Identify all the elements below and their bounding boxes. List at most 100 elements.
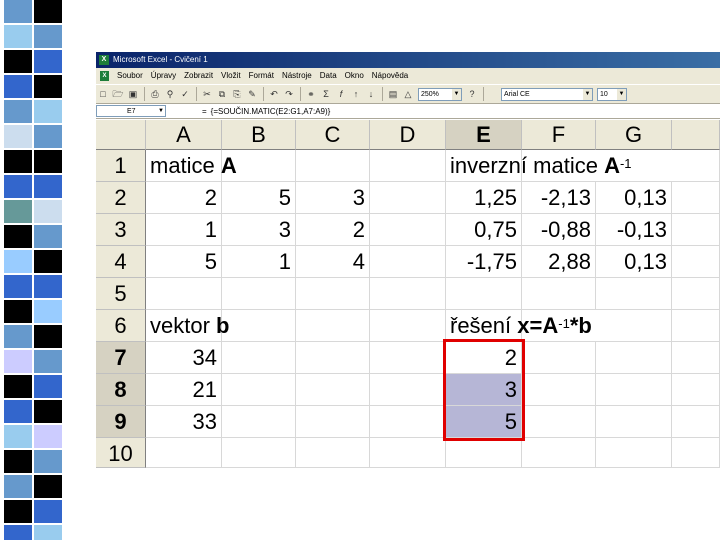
preview-icon[interactable]: ⚲ [163,87,177,101]
cell-d4[interactable] [370,246,446,278]
cell-e6[interactable]: řešení x=A-1*b [446,310,592,342]
sort-desc-icon[interactable]: ↓ [364,87,378,101]
cell-h3[interactable] [672,214,720,246]
chart-icon[interactable]: ▤ [386,87,400,101]
cell-h6[interactable] [672,310,720,342]
formula-input[interactable]: {=SOUČIN.MATIC(E2:G1,A7:A9)} [211,107,331,116]
menu-nastroje[interactable]: Nástroje [278,68,316,84]
cell-c4[interactable]: 4 [296,246,370,278]
row-header-2[interactable]: 2 [96,182,146,214]
cell-f7[interactable] [522,342,596,374]
cell-a2[interactable]: 2 [146,182,222,214]
format-painter-icon[interactable]: ✎ [245,87,259,101]
cell-f8[interactable] [522,374,596,406]
cell-h8[interactable] [672,374,720,406]
menu-data[interactable]: Data [316,68,341,84]
cell-c6[interactable] [296,310,370,342]
cell-f10[interactable] [522,438,596,468]
row-header-1[interactable]: 1 [96,150,146,182]
column-header-a[interactable]: A [146,120,222,150]
cell-d3[interactable] [370,214,446,246]
cell-a6[interactable]: vektor b [146,310,229,342]
cell-e9[interactable]: 5 [446,406,522,438]
workbook-icon[interactable]: X [100,71,109,81]
cell-c8[interactable] [296,374,370,406]
cell-a10[interactable] [146,438,222,468]
cell-d9[interactable] [370,406,446,438]
cell-a4[interactable]: 5 [146,246,222,278]
name-box[interactable]: E7 ▼ [96,105,166,117]
cell-f5[interactable] [522,278,596,310]
cell-f2[interactable]: -2,13 [522,182,596,214]
row-header-8[interactable]: 8 [96,374,146,406]
cell-b10[interactable] [222,438,296,468]
cell-g9[interactable] [596,406,672,438]
cell-e7[interactable]: 2 [446,342,522,374]
cell-g3[interactable]: -0,13 [596,214,672,246]
cell-c1[interactable] [296,150,370,182]
cell-c5[interactable] [296,278,370,310]
cell-f4[interactable]: 2,88 [522,246,596,278]
cell-b1[interactable] [222,150,296,182]
cell-c2[interactable]: 3 [296,182,370,214]
menu-soubor[interactable]: Soubor [113,68,147,84]
cell-b9[interactable] [222,406,296,438]
new-icon[interactable]: □ [96,87,110,101]
function-icon[interactable]: f [334,87,348,101]
cell-d8[interactable] [370,374,446,406]
column-header-g[interactable]: G [596,120,672,150]
chevron-down-icon[interactable]: ▼ [583,88,592,100]
cell-e1[interactable]: inverzní matice A-1 [446,150,632,182]
paste-icon[interactable]: ⎘ [230,87,244,101]
sort-asc-icon[interactable]: ↑ [349,87,363,101]
cell-h9[interactable] [672,406,720,438]
help-icon[interactable]: ? [465,87,479,101]
cell-e8[interactable]: 3 [446,374,522,406]
cell-g2[interactable]: 0,13 [596,182,672,214]
chevron-down-icon[interactable]: ▼ [617,88,626,100]
row-header-3[interactable]: 3 [96,214,146,246]
cell-a3[interactable]: 1 [146,214,222,246]
cell-g4[interactable]: 0,13 [596,246,672,278]
spellcheck-icon[interactable]: ✓ [178,87,192,101]
font-size-dropdown[interactable]: 10 ▼ [597,87,627,101]
row-header-6[interactable]: 6 [96,310,146,342]
column-header-e[interactable]: E [446,120,522,150]
menu-vlozit[interactable]: Vložit [217,68,245,84]
cell-b8[interactable] [222,374,296,406]
drawing-icon[interactable]: △ [401,87,415,101]
cell-d5[interactable] [370,278,446,310]
row-header-4[interactable]: 4 [96,246,146,278]
print-icon[interactable]: ⎙ [148,87,162,101]
column-header-c[interactable]: C [296,120,370,150]
cell-h10[interactable] [672,438,720,468]
cell-b4[interactable]: 1 [222,246,296,278]
cell-e2[interactable]: 1,25 [446,182,522,214]
cell-c10[interactable] [296,438,370,468]
cell-h1[interactable] [672,150,720,182]
cell-d7[interactable] [370,342,446,374]
save-icon[interactable]: ▣ [126,87,140,101]
chevron-down-icon[interactable]: ▼ [452,88,461,100]
cell-b7[interactable] [222,342,296,374]
cell-g6[interactable] [596,310,672,342]
column-header-f[interactable]: F [522,120,596,150]
cell-a1[interactable]: matice A [146,150,237,182]
cut-icon[interactable]: ✂ [200,87,214,101]
row-header-7[interactable]: 7 [96,342,146,374]
cell-a5[interactable] [146,278,222,310]
row-header-9[interactable]: 9 [96,406,146,438]
menu-zobrazit[interactable]: Zobrazit [180,68,217,84]
cell-b5[interactable] [222,278,296,310]
cell-g5[interactable] [596,278,672,310]
cell-a9[interactable]: 33 [146,406,222,438]
chevron-down-icon[interactable]: ▼ [157,108,165,114]
column-header-d[interactable]: D [370,120,446,150]
cell-h7[interactable] [672,342,720,374]
redo-icon[interactable]: ↷ [282,87,296,101]
cell-h5[interactable] [672,278,720,310]
undo-icon[interactable]: ↶ [267,87,281,101]
zoom-dropdown[interactable]: 250% ▼ [418,87,462,101]
cell-b3[interactable]: 3 [222,214,296,246]
menu-okno[interactable]: Okno [341,68,368,84]
